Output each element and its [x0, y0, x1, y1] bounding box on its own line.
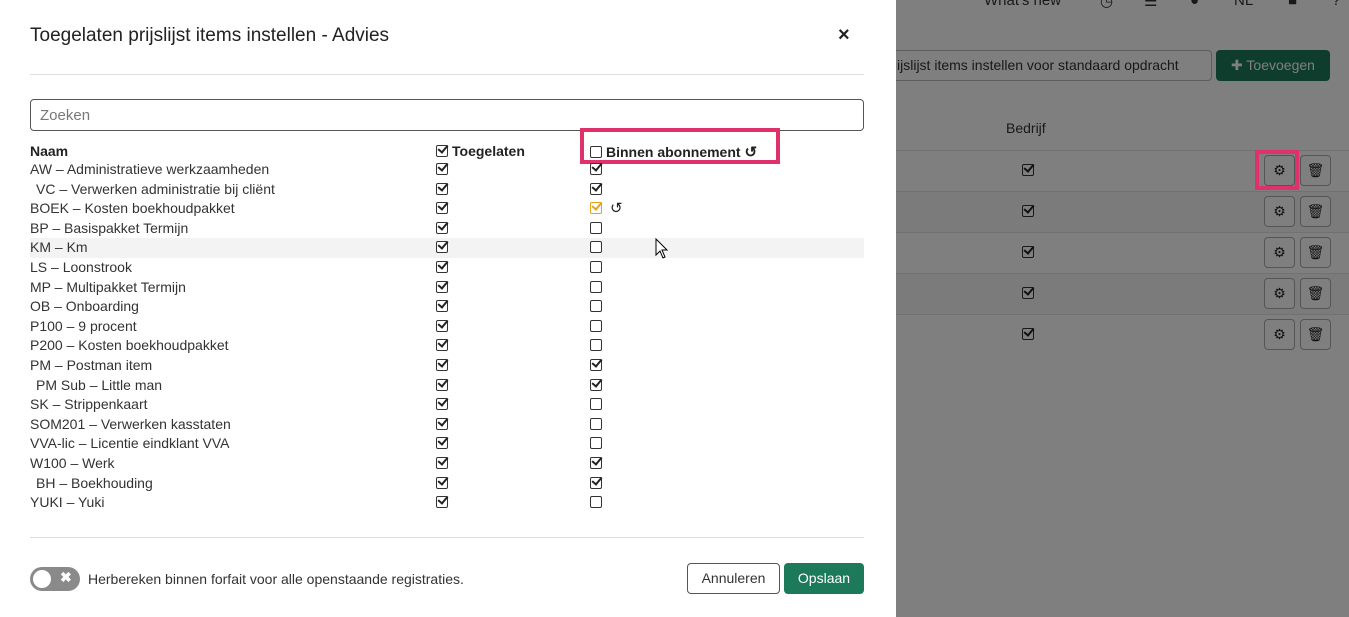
item-name: LS – Loonstrook	[30, 258, 132, 275]
within-subscription-checkbox[interactable]	[590, 437, 602, 450]
allowed-checkbox[interactable]	[436, 437, 448, 450]
item-name: P200 – Kosten boekhoudpakket	[30, 337, 229, 354]
allowed-checkbox[interactable]	[436, 202, 448, 215]
allowed-checkbox[interactable]	[436, 476, 448, 489]
item-name: KM – Km	[30, 239, 88, 256]
within-subscription-checkbox[interactable]	[590, 202, 602, 215]
save-button[interactable]: Opslaan	[784, 563, 864, 594]
item-name: BOEK – Kosten boekhoudpakket	[30, 200, 235, 217]
list-item: PM – Postman item	[30, 356, 864, 376]
allowed-checkbox[interactable]	[436, 182, 448, 195]
list-item: P100 – 9 procent	[30, 317, 864, 337]
within-subscription-checkbox[interactable]	[590, 300, 602, 313]
allowed-checkbox[interactable]	[436, 163, 448, 175]
list-item: MP – Multipakket Termijn	[30, 278, 864, 298]
item-name: VC – Verwerken administratie bij cliënt	[36, 180, 275, 197]
name-column-header: Naam	[30, 143, 69, 159]
list-item: LS – Loonstrook	[30, 258, 864, 278]
recalculate-label: Herbereken binnen forfait voor alle open…	[88, 571, 464, 587]
allowed-checkbox[interactable]	[436, 398, 448, 411]
within-subscription-checkbox[interactable]	[590, 476, 602, 489]
item-name: BP – Basispakket Termijn	[30, 219, 189, 236]
list-item: BOEK – Kosten boekhoudpakket ↺	[30, 199, 864, 219]
allowed-checkbox[interactable]	[436, 221, 448, 234]
within-subscription-checkbox[interactable]	[590, 241, 602, 254]
mouse-cursor-icon	[655, 238, 669, 259]
modal-dialog: Toegelaten prijslijst items instellen - …	[0, 0, 896, 617]
list-item: P200 – Kosten boekhoudpakket	[30, 336, 864, 356]
within-subscription-checkbox[interactable]	[590, 339, 602, 352]
list-item: W100 – Werk	[30, 454, 864, 474]
search-input[interactable]	[30, 99, 864, 131]
item-name: P100 – 9 procent	[30, 317, 137, 334]
toggle-knob	[33, 570, 51, 588]
close-icon: ✖	[60, 569, 72, 585]
cancel-button[interactable]: Annuleren	[687, 563, 780, 594]
list-item: PM Sub – Little man	[30, 376, 864, 396]
within-subscription-checkbox[interactable]	[590, 163, 602, 175]
within-subscription-checkbox[interactable]	[590, 398, 602, 411]
item-name: SK – Strippenkaart	[30, 396, 148, 413]
within-subscription-checkbox[interactable]	[590, 358, 602, 371]
allowed-column-label: Toegelaten	[452, 143, 525, 159]
item-name: PM – Postman item	[30, 356, 153, 373]
allowed-checkbox[interactable]	[436, 456, 448, 469]
within-subscription-checkbox[interactable]	[590, 260, 602, 273]
list-item: KM – Km	[30, 238, 864, 258]
close-icon[interactable]: ×	[838, 24, 850, 47]
allowed-checkbox[interactable]	[436, 260, 448, 273]
divider	[30, 537, 864, 538]
within-subscription-checkbox[interactable]	[590, 496, 602, 509]
item-name: W100 – Werk	[30, 454, 115, 471]
item-name: SOM201 – Verwerken kasstaten	[30, 415, 231, 432]
list-item: VC – Verwerken administratie bij cliënt	[30, 180, 864, 200]
item-name: MP – Multipakket Termijn	[30, 278, 186, 295]
item-name: AW – Administratieve werkzaamheden	[30, 161, 270, 177]
within-subscription-checkbox[interactable]	[590, 378, 602, 391]
allowed-checkbox[interactable]	[436, 358, 448, 371]
item-name: YUKI – Yuki	[30, 494, 105, 511]
allowed-checkbox[interactable]	[436, 339, 448, 352]
within-subscription-checkbox[interactable]	[590, 221, 602, 234]
list-item: SOM201 – Verwerken kasstaten	[30, 415, 864, 435]
list-item: AW – Administratieve werkzaamheden	[30, 160, 864, 180]
allowed-column-header: Toegelaten	[436, 143, 525, 159]
highlight-box-gear	[1255, 150, 1299, 190]
list-item: VVA-lic – Licentie eindklant VVA	[30, 434, 864, 454]
within-subscription-checkbox[interactable]	[590, 280, 602, 293]
allowed-checkbox[interactable]	[436, 378, 448, 391]
recalculate-toggle[interactable]: ✖	[30, 567, 80, 591]
within-subscription-checkbox[interactable]	[590, 456, 602, 469]
list-item: OB – Onboarding	[30, 297, 864, 317]
item-name: VVA-lic – Licentie eindklant VVA	[30, 435, 230, 452]
allowed-checkbox[interactable]	[436, 300, 448, 313]
divider	[30, 74, 864, 75]
highlight-box-header	[580, 128, 780, 164]
item-name: PM Sub – Little man	[36, 376, 163, 393]
allowed-checkbox[interactable]	[436, 241, 448, 254]
item-name: OB – Onboarding	[30, 298, 139, 315]
item-list: AW – Administratieve werkzaamheden VC – V…	[30, 160, 864, 513]
list-item: SK – Strippenkaart	[30, 395, 864, 415]
reset-icon[interactable]: ↺	[610, 199, 623, 219]
allowed-checkbox[interactable]	[436, 417, 448, 430]
within-subscription-checkbox[interactable]	[590, 182, 602, 195]
list-item: YUKI – Yuki	[30, 493, 864, 513]
allowed-checkbox[interactable]	[436, 319, 448, 332]
within-subscription-checkbox[interactable]	[590, 417, 602, 430]
within-subscription-checkbox[interactable]	[590, 319, 602, 332]
item-name: BH – Boekhouding	[36, 474, 153, 491]
list-item: BP – Basispakket Termijn	[30, 219, 864, 239]
allowed-select-all-checkbox[interactable]	[436, 145, 448, 157]
modal-title: Toegelaten prijslijst items instellen - …	[30, 25, 390, 46]
allowed-checkbox[interactable]	[436, 496, 448, 509]
list-item: BH – Boekhouding	[30, 474, 864, 494]
allowed-checkbox[interactable]	[436, 280, 448, 293]
